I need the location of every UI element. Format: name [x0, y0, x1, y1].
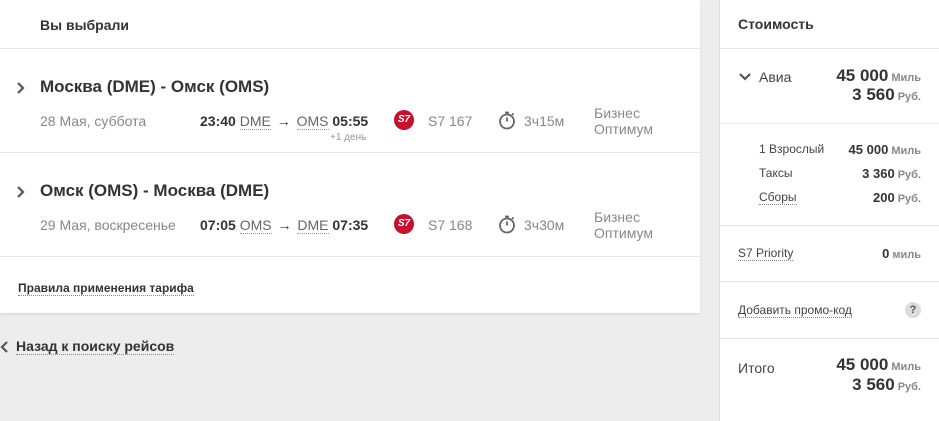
flight-route: Москва (DME) - Омск (OMS) [40, 77, 270, 96]
breakdown-unit: Руб. [897, 169, 921, 181]
fare-class-tariff: Оптимум [594, 121, 653, 137]
avia-rub-amount-line: 3 560 Руб. [852, 85, 921, 105]
arrival-airport[interactable]: DME [297, 217, 329, 234]
fees-link[interactable]: Сборы [759, 190, 797, 205]
fare-class-tariff: Оптимум [594, 225, 653, 241]
breakdown-value: 3 360 [862, 166, 895, 181]
back-link-label[interactable]: Назад к поиску рейсов [16, 338, 175, 355]
add-promo-code-link[interactable]: Добавить промо-код [738, 303, 852, 318]
breakdown-unit: Руб. [897, 193, 921, 205]
flight-times: 07:05 OMS → DME 07:35 [200, 217, 369, 234]
cost-breakdown: 1 Взрослый 45 000 Миль Таксы 3 360 Руб. Сб… [720, 124, 939, 226]
next-day-note: +1 день [330, 132, 367, 143]
flight-duration: 3ч30м [524, 217, 565, 233]
flight-number: S7 168 [428, 217, 473, 233]
breakdown-row-fees: Сборы 200 Руб. [759, 190, 921, 205]
arrow-right-icon: → [276, 113, 291, 129]
departure-time: 23:40 [200, 113, 236, 129]
help-icon[interactable]: ? [905, 302, 921, 318]
flight-row-return[interactable]: Омск (OMS) - Москва (DME) 29 Мая, воскре… [0, 153, 700, 257]
total-rub-value: 3 560 [852, 375, 895, 394]
avia-rub-unit: Руб. [897, 91, 921, 103]
breakdown-value: 45 000 [848, 142, 889, 157]
flight-route: Омск (OMS) - Москва (DME) [40, 181, 270, 200]
back-to-search-link[interactable]: Назад к поиску рейсов [0, 338, 175, 355]
fare-class-cabin: Бизнес [594, 209, 640, 225]
total-miles-value: 45 000 [836, 355, 889, 374]
breakdown-label: Таксы [759, 166, 793, 180]
fare-rules-link[interactable]: Правила применения тарифа [18, 281, 194, 296]
flight-duration: 3ч15м [524, 113, 565, 129]
fare-class-cabin: Бизнес [594, 105, 640, 121]
arrival-time: 07:35 [332, 217, 369, 233]
chevron-left-icon [0, 340, 8, 353]
priority-row: S7 Priority 0 миль [720, 226, 939, 282]
s7-priority-link[interactable]: S7 Priority [738, 246, 794, 261]
breakdown-row-taxes: Таксы 3 360 Руб. [759, 166, 921, 181]
chevron-down-icon[interactable] [738, 72, 752, 82]
avia-miles-value: 45 000 [836, 66, 889, 85]
avia-rub-value: 3 560 [852, 85, 895, 104]
promo-row: Добавить промо-код ? [720, 282, 939, 339]
fare-class: Бизнес Оптимум [594, 105, 653, 137]
departure-airport[interactable]: OMS [239, 217, 272, 234]
total-rub-unit: Руб. [897, 381, 921, 393]
flight-number: S7 167 [428, 113, 473, 129]
flight-times: 23:40 DME → OMS 05:55 [200, 113, 369, 130]
total-miles-line: 45 000 Миль [836, 355, 921, 375]
flight-row-outbound[interactable]: Москва (DME) - Омск (OMS) 28 Мая, суббот… [0, 49, 700, 153]
total-rub-line: 3 560 Руб. [852, 375, 921, 395]
breakdown-label: 1 Взрослый [759, 142, 825, 156]
flight-date: 28 Мая, суббота [40, 113, 147, 129]
breakdown-value: 200 [872, 190, 895, 205]
total-miles-unit: Миль [891, 361, 921, 373]
stopwatch-icon [499, 111, 515, 130]
priority-unit: миль [892, 249, 921, 261]
departure-time: 07:05 [200, 217, 236, 233]
priority-value: 0 [882, 246, 890, 261]
avia-miles-unit: Миль [891, 72, 921, 84]
total-label: Итого [738, 360, 775, 376]
fare-class: Бизнес Оптимум [594, 209, 653, 241]
cost-title: Стоимость [720, 0, 939, 49]
selected-flights-card: Вы выбрали Москва (DME) - Омск (OMS) 28 … [0, 0, 700, 314]
s7-logo-icon: S7 [394, 214, 414, 234]
avia-label: Авиа [759, 69, 792, 85]
arrival-airport[interactable]: OMS [296, 113, 329, 130]
avia-miles-amount-line: 45 000 Миль [836, 66, 921, 86]
arrow-right-icon: → [277, 217, 292, 233]
card-title: Вы выбрали [0, 0, 700, 49]
stopwatch-icon [499, 215, 515, 234]
breakdown-unit: Миль [891, 145, 921, 157]
departure-airport[interactable]: DME [239, 113, 271, 130]
breakdown-row-adult: 1 Взрослый 45 000 Миль [759, 142, 921, 157]
chevron-right-icon[interactable] [14, 81, 28, 95]
s7-logo-icon: S7 [394, 110, 414, 130]
flight-date: 29 Мая, воскресенье [40, 217, 176, 233]
chevron-right-icon[interactable] [14, 185, 28, 199]
arrival-time: 05:55 [332, 113, 369, 129]
